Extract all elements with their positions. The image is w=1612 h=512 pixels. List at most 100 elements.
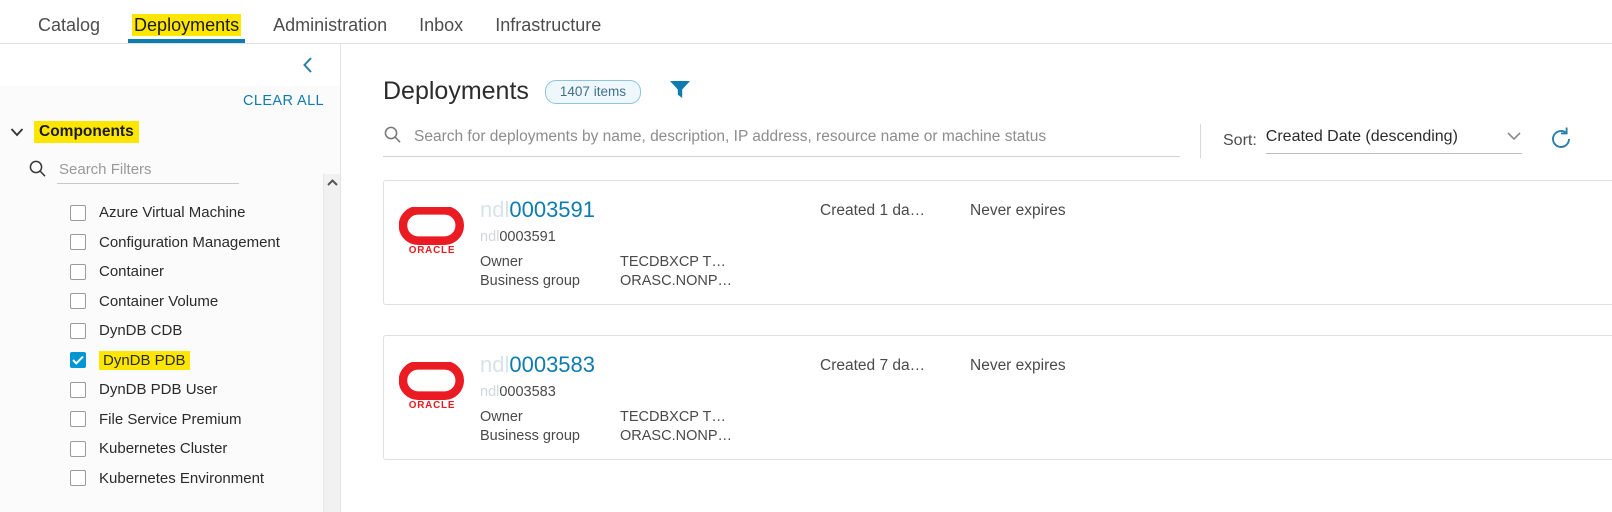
filter-item[interactable]: Azure Virtual Machine (70, 198, 340, 228)
clear-all-button[interactable]: CLEAR ALL (243, 93, 324, 109)
filter-item[interactable]: Kubernetes Environment (70, 464, 340, 494)
deployment-subtitle-value: 0003583 (499, 384, 556, 401)
filter-group-label: Components (34, 121, 139, 143)
chevron-down-icon[interactable] (1506, 128, 1522, 146)
nav-item-catalog[interactable]: Catalog (22, 16, 116, 43)
nav-item-label: Deployments (132, 14, 242, 36)
filter-item-label: Configuration Management (99, 233, 280, 251)
page-header: Deployments 1407 items (341, 44, 1612, 106)
search-and-sort-row: Sort: Created Date (descending) (341, 106, 1612, 158)
caret-up-icon[interactable] (324, 174, 340, 191)
filter-item-label: Kubernetes Cluster (99, 440, 228, 458)
sort-label: Sort: (1223, 132, 1257, 149)
nav-item-deployments[interactable]: Deployments (116, 14, 257, 43)
filter-sidebar: CLEAR ALL Components Azure Virtual Machi… (0, 44, 341, 512)
filter-funnel-icon[interactable] (669, 79, 691, 104)
checkbox-icon[interactable] (70, 234, 86, 251)
filter-group-components[interactable]: Components (0, 116, 340, 148)
checkbox-icon[interactable] (70, 440, 86, 457)
deployment-card: ORACLE ndl0003591 ndl0003591 Owner TECDBXCP … (383, 180, 1612, 305)
nav-item-inbox[interactable]: Inbox (403, 16, 479, 43)
checkbox-icon[interactable] (70, 470, 86, 487)
card-info: ndl0003583 ndl0003583 Owner TECDBXCP T… Busi… (480, 350, 820, 444)
deployment-subtitle-prefix: ndl (480, 384, 500, 401)
filter-item-label: Azure Virtual Machine (99, 204, 246, 222)
filter-item[interactable]: Container Volume (70, 287, 340, 317)
card-meta-grid: Owner TECDBXCP T… Business group ORASC.NONP… (480, 409, 820, 444)
filter-item-label: Container (99, 263, 165, 281)
nav-item-label: Inbox (419, 15, 464, 35)
meta-key: Business group (480, 428, 580, 445)
nav-item-label: Administration (273, 15, 388, 35)
deployment-name-prefix: ndl (480, 197, 510, 222)
filter-item[interactable]: DynDB PDB (70, 346, 340, 376)
card-logo: ORACLE (384, 195, 480, 256)
deployment-subtitle: ndl0003583 (480, 384, 820, 400)
chevron-down-icon[interactable] (10, 125, 24, 139)
card-meta-grid: Owner TECDBXCP T… Business group ORASC.NONP… (480, 254, 820, 289)
sidebar-collapse-row (0, 44, 340, 86)
card-info: ndl0003591 ndl0003591 Owner TECDBXCP T… Busi… (480, 195, 820, 289)
checkbox-icon[interactable] (70, 322, 86, 339)
deployments-search-input[interactable] (414, 128, 1180, 146)
meta-value: TECDBXCP T… (620, 409, 726, 426)
scrollbar-thumb[interactable] (326, 191, 339, 341)
nav-item-label: Infrastructure (495, 15, 602, 35)
checkbox-checked-icon[interactable] (70, 352, 86, 369)
checkbox-icon[interactable] (70, 381, 86, 398)
search-icon (383, 125, 402, 149)
deployment-subtitle: ndl0003591 (480, 229, 820, 245)
vertical-divider (1200, 124, 1201, 158)
filter-item-label: DynDB PDB (99, 350, 190, 370)
main-content: Deployments 1407 items Sort: Created Dat… (341, 44, 1612, 512)
sort-dropdown[interactable]: Created Date (descending) (1265, 128, 1522, 154)
meta-key: Owner (480, 254, 523, 271)
filter-item-label: File Service Premium (99, 410, 242, 428)
nav-item-label: Catalog (38, 15, 101, 35)
card-created-date: Created 7 da… (820, 357, 926, 374)
checkbox-icon[interactable] (70, 263, 86, 280)
top-navigation: Catalog Deployments Administration Inbox… (0, 0, 1612, 43)
nav-item-administration[interactable]: Administration (257, 16, 403, 43)
filter-item[interactable]: DynDB CDB (70, 316, 340, 346)
filter-item-label: DynDB CDB (99, 322, 183, 340)
filter-item-label: Container Volume (99, 292, 219, 310)
meta-key: Business group (480, 273, 580, 290)
oracle-logo: ORACLE (399, 207, 464, 256)
deployments-search-box[interactable] (383, 125, 1180, 157)
filter-item[interactable]: Kubernetes Cluster (70, 434, 340, 464)
deployment-name-value: 0003591 (509, 197, 596, 222)
nav-item-infrastructure[interactable]: Infrastructure (479, 16, 617, 43)
refresh-icon[interactable] (1548, 126, 1574, 157)
items-count-badge: 1407 items (544, 79, 641, 104)
filter-item-label: Kubernetes Environment (99, 469, 265, 487)
chevron-left-icon[interactable] (298, 55, 318, 75)
deployment-name-prefix: ndl (480, 352, 510, 377)
oracle-logo: ORACLE (399, 362, 464, 411)
checkbox-icon[interactable] (70, 293, 86, 310)
deployment-card-list: ORACLE ndl0003591 ndl0003591 Owner TECDBXCP … (341, 158, 1612, 460)
svg-text:ORACLE: ORACLE (409, 245, 455, 256)
filter-item[interactable]: Container (70, 257, 340, 287)
card-expiry: Never expires (970, 357, 1066, 374)
deployment-subtitle-value: 0003591 (499, 229, 556, 246)
checkbox-icon[interactable] (70, 204, 86, 221)
deployment-subtitle-prefix: ndl (480, 229, 500, 246)
checkbox-icon[interactable] (70, 411, 86, 428)
search-filters-input[interactable] (57, 158, 239, 184)
filter-item[interactable]: Configuration Management (70, 228, 340, 258)
search-icon (28, 159, 47, 183)
sidebar-scrollbar[interactable] (323, 174, 340, 512)
filter-item[interactable]: File Service Premium (70, 405, 340, 435)
deployment-name-link[interactable]: ndl0003591 (480, 197, 820, 222)
meta-value: ORASC.NONP… (620, 273, 732, 290)
card-logo: ORACLE (384, 350, 480, 411)
sort-selected-value: Created Date (descending) (1265, 128, 1458, 145)
clear-all-row: CLEAR ALL (0, 86, 340, 116)
card-created-date: Created 1 da… (820, 202, 926, 219)
card-expiry: Never expires (970, 202, 1066, 219)
filter-checkbox-list: Azure Virtual Machine Configuration Manag… (0, 198, 340, 512)
filter-item[interactable]: DynDB PDB User (70, 375, 340, 405)
meta-value: ORASC.NONP… (620, 428, 732, 445)
deployment-name-link[interactable]: ndl0003583 (480, 352, 820, 377)
